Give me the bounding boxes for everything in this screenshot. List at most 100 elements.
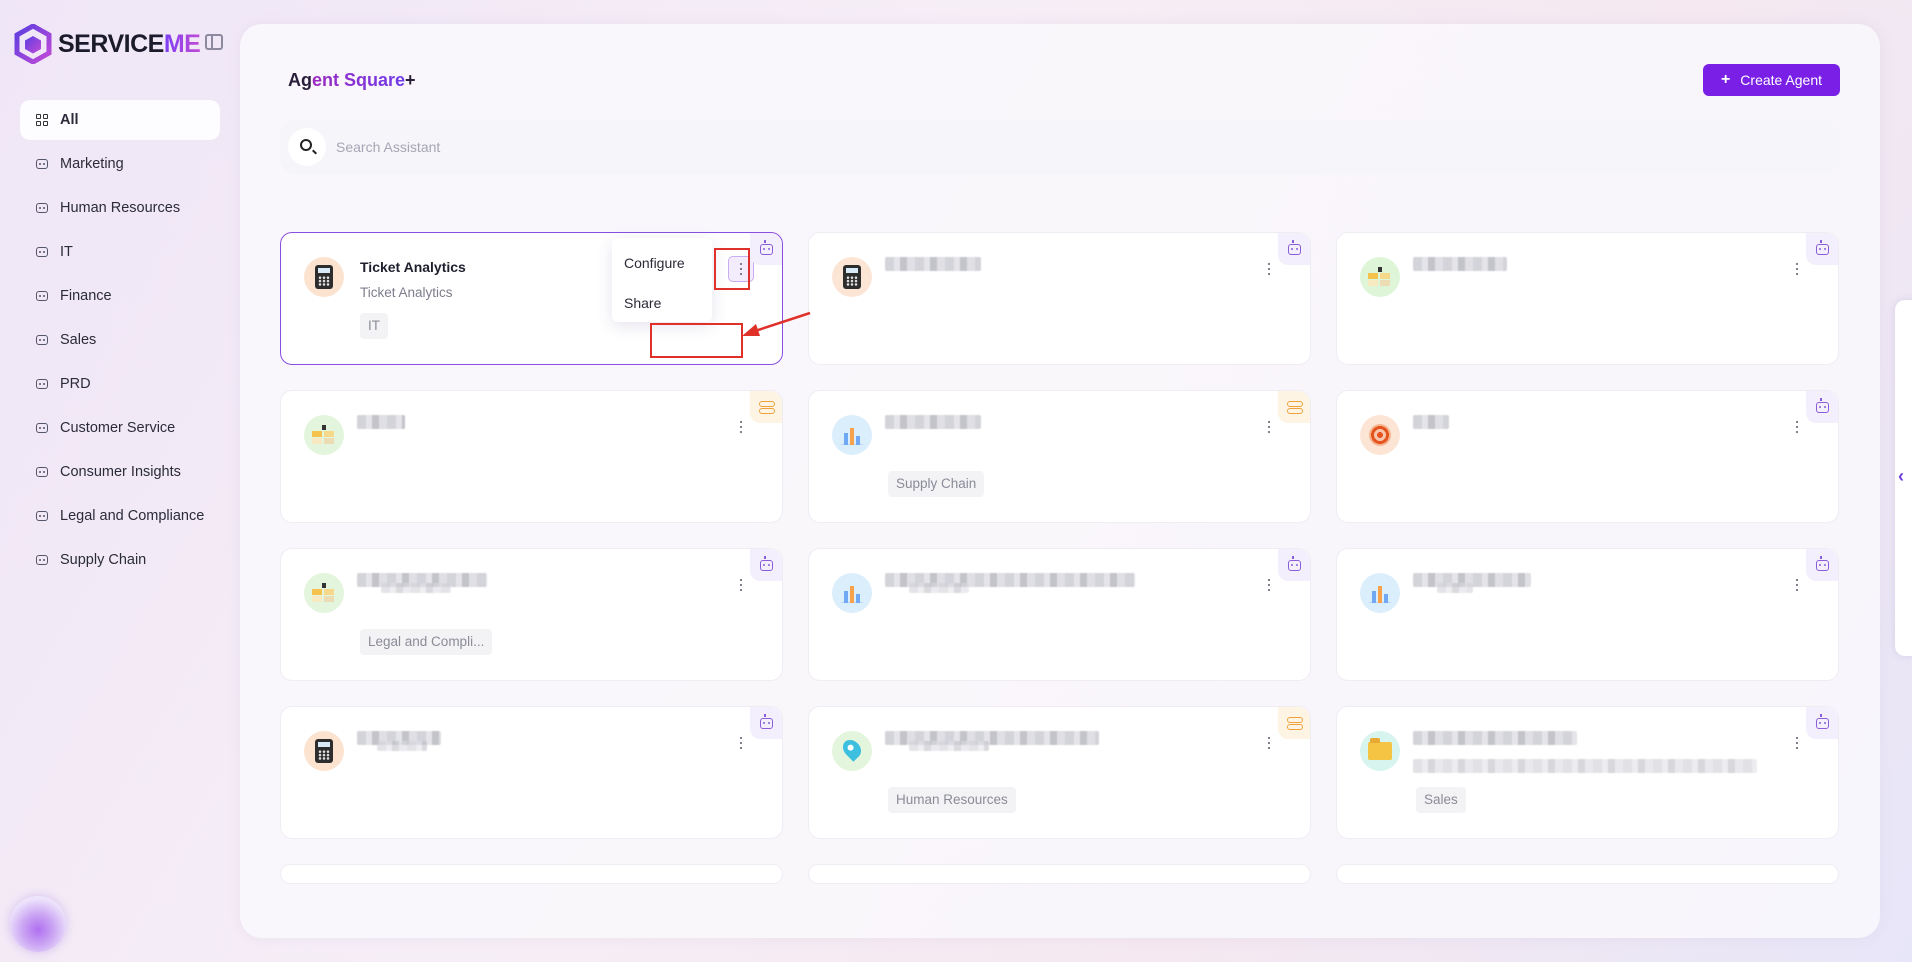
blurred-title [357, 415, 405, 429]
grid-icon [36, 114, 50, 126]
sidebar-item-label: Customer Service [60, 420, 176, 436]
robot-icon [1806, 391, 1838, 423]
blurred-title [1413, 257, 1507, 271]
more-options-button[interactable] [1256, 256, 1282, 282]
robot-icon [750, 549, 782, 581]
agent-card[interactable] [1336, 548, 1839, 681]
sidebar-item-legal-and-compliance[interactable]: Legal and Compliance [20, 496, 220, 536]
agent-card[interactable] [808, 864, 1311, 884]
robot-icon [36, 334, 50, 346]
robot-icon [36, 246, 50, 258]
agent-card[interactable]: Supply Chain [808, 390, 1311, 523]
blocks-icon [304, 415, 344, 455]
more-options-button[interactable] [1256, 730, 1282, 756]
agent-card-tag: Legal and Compli... [360, 629, 493, 655]
more-options-button[interactable] [728, 414, 754, 440]
sidebar-item-consumer-insights[interactable]: Consumer Insights [20, 452, 220, 492]
assistant-orb-button[interactable] [10, 896, 66, 952]
agent-card[interactable] [280, 390, 783, 523]
main-panel: Agent Square+ + Create Agent Ticket Anal… [240, 24, 1880, 938]
sidebar-item-finance[interactable]: Finance [20, 276, 220, 316]
agent-card[interactable]: Sales [1336, 706, 1839, 839]
card-context-menu: Share Configure [612, 238, 712, 322]
sidebar-item-human-resources[interactable]: Human Resources [20, 188, 220, 228]
agent-card[interactable] [808, 232, 1311, 365]
robot-icon [36, 466, 50, 478]
sidebar-item-label: IT [60, 244, 73, 260]
agent-card-tag: Supply Chain [888, 471, 985, 497]
more-options-button[interactable] [1784, 256, 1810, 282]
brand-logo[interactable]: SERVICEME [14, 22, 201, 66]
search-input[interactable] [336, 136, 1736, 158]
sidebar-item-label: PRD [60, 376, 91, 392]
category-nav: All Marketing Human Resources IT Finance… [20, 100, 220, 584]
arrow-annotation-icon [742, 311, 811, 336]
robot-icon [1278, 233, 1310, 265]
map-pin-icon [832, 731, 872, 771]
sidebar-item-label: Legal and Compliance [60, 508, 205, 524]
blocks-icon [1360, 257, 1400, 297]
agent-card[interactable] [1336, 390, 1839, 523]
more-options-button[interactable] [728, 572, 754, 598]
blurred-title [885, 257, 981, 271]
workflow-icon [1278, 391, 1310, 423]
highlight-box-share [650, 323, 743, 358]
create-agent-label: Create Agent [1740, 72, 1823, 88]
menu-item-share[interactable]: Share [624, 295, 661, 311]
search-icon [300, 139, 312, 151]
more-options-button[interactable] [1784, 730, 1810, 756]
sidebar-item-label: Marketing [60, 156, 124, 172]
robot-icon [36, 510, 50, 522]
sidebar-item-prd[interactable]: PRD [20, 364, 220, 404]
agent-card-tag: Sales [1416, 787, 1466, 813]
blurred-title-line [1437, 583, 1473, 593]
robot-icon [36, 202, 50, 214]
agent-card[interactable] [1336, 232, 1839, 365]
more-options-button[interactable] [1784, 572, 1810, 598]
more-options-button[interactable] [1784, 414, 1810, 440]
sidebar-item-customer-service[interactable]: Customer Service [20, 408, 220, 448]
agent-card[interactable] [280, 706, 783, 839]
menu-item-configure[interactable]: Configure [624, 255, 685, 271]
agent-card-tag: Human Resources [888, 787, 1016, 813]
brand-name: SERVICEME [58, 29, 201, 58]
sidebar: SERVICEME All Marketing Human Resources … [0, 0, 240, 962]
blurred-title [1413, 415, 1449, 429]
side-panel-toggle[interactable]: ‹ [1895, 300, 1912, 656]
logo-icon [14, 24, 52, 64]
sidebar-item-label: Human Resources [60, 200, 181, 216]
bar-chart-icon [832, 573, 872, 613]
robot-icon [36, 422, 50, 434]
sidebar-item-sales[interactable]: Sales [20, 320, 220, 360]
sidebar-collapse-icon[interactable] [205, 34, 223, 50]
sidebar-item-label: Supply Chain [60, 552, 147, 568]
robot-icon [750, 707, 782, 739]
agent-card[interactable] [1336, 864, 1839, 884]
agent-card[interactable]: Human Resources [808, 706, 1311, 839]
agent-card[interactable] [808, 548, 1311, 681]
sidebar-item-all[interactable]: All [20, 100, 220, 140]
search-button[interactable] [288, 128, 326, 166]
robot-icon [1806, 549, 1838, 581]
robot-icon [36, 378, 50, 390]
blurred-title-line [909, 741, 989, 751]
more-options-button[interactable] [1256, 572, 1282, 598]
agent-card[interactable] [280, 864, 783, 884]
agent-card[interactable]: Legal and Compli... [280, 548, 783, 681]
calculator-icon [304, 257, 344, 297]
more-options-button[interactable] [1256, 414, 1282, 440]
create-agent-button[interactable]: + Create Agent [1703, 64, 1840, 96]
workflow-icon [750, 391, 782, 423]
sidebar-item-marketing[interactable]: Marketing [20, 144, 220, 184]
robot-icon [750, 233, 782, 265]
blurred-title [885, 415, 981, 429]
plus-icon: + [1720, 71, 1731, 88]
robot-icon [36, 158, 50, 170]
calculator-icon [304, 731, 344, 771]
sidebar-item-it[interactable]: IT [20, 232, 220, 272]
more-options-button[interactable] [728, 730, 754, 756]
sidebar-item-supply-chain[interactable]: Supply Chain [20, 540, 220, 580]
bar-chart-icon [1360, 573, 1400, 613]
sidebar-item-label: Consumer Insights [60, 464, 181, 480]
blurred-title-line [377, 741, 427, 751]
